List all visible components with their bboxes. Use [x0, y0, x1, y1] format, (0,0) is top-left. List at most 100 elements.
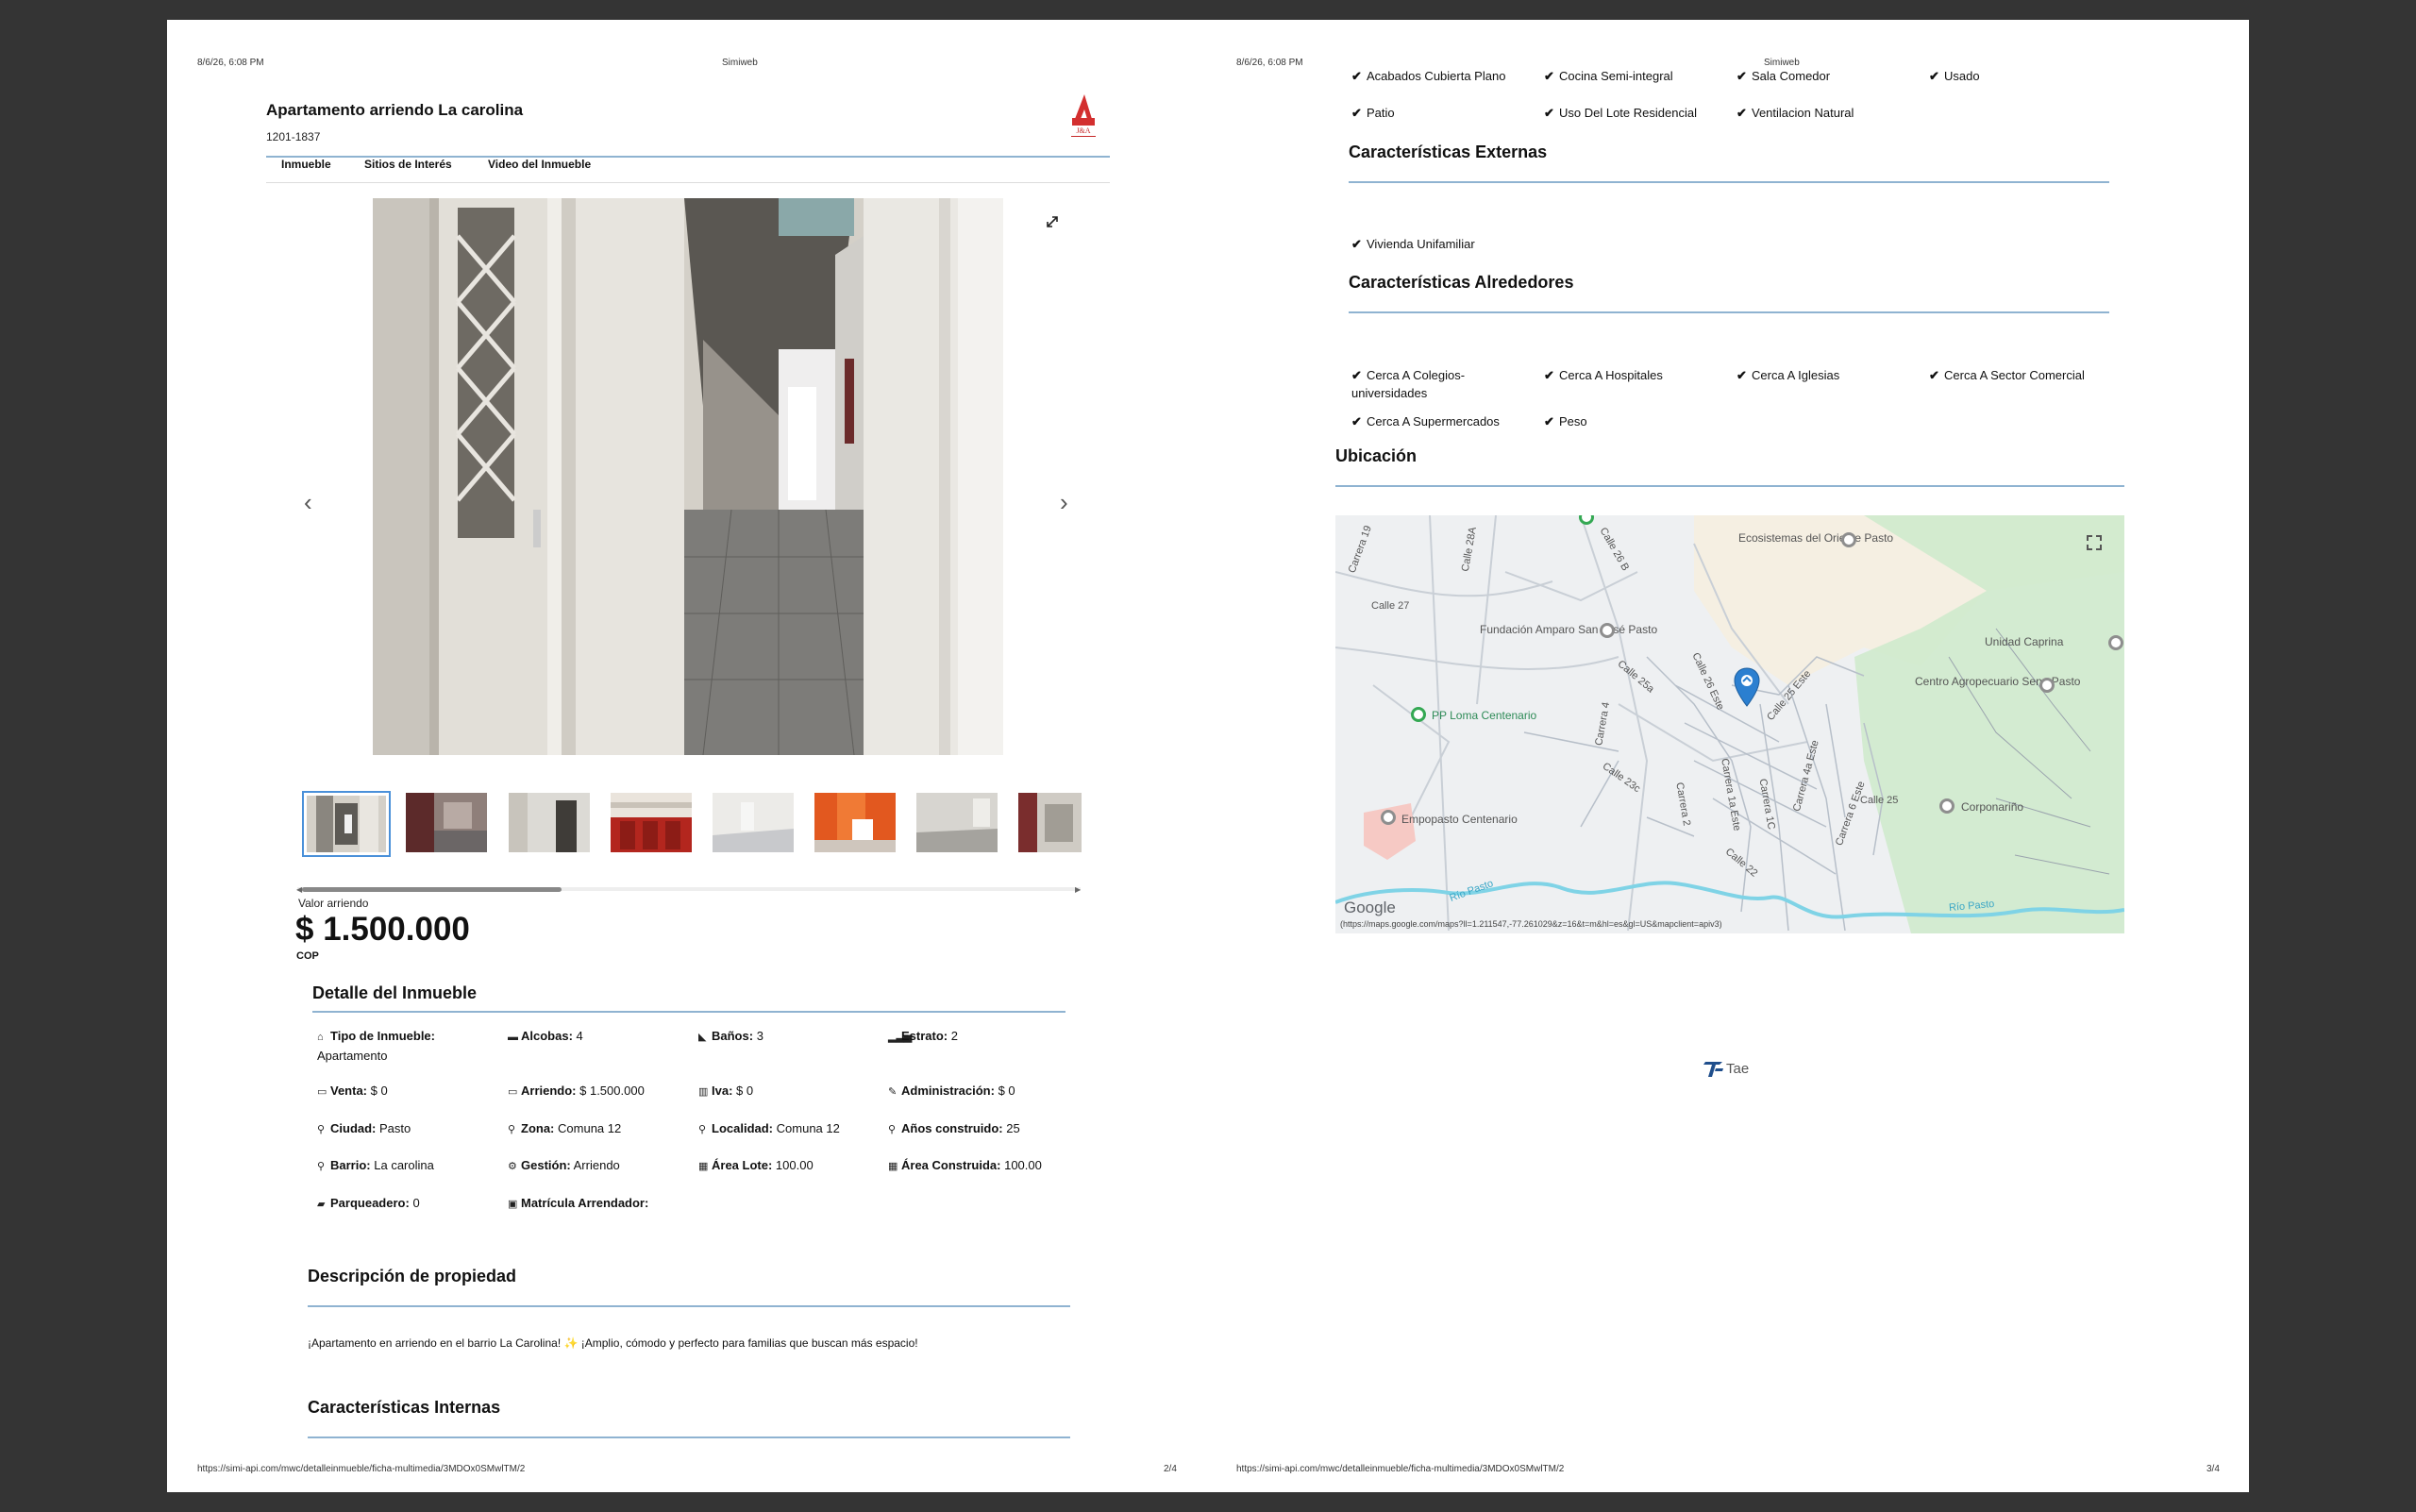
detail-label: Arriendo: [521, 1084, 577, 1098]
carousel-prev-arrow[interactable]: ‹ [304, 490, 312, 514]
print-site-name: Simiweb [722, 58, 758, 68]
map-place-unidad-caprina[interactable]: Unidad Caprina [1985, 635, 2063, 648]
map-place-corponarino[interactable]: Corponariño [1961, 800, 2023, 814]
feature-item: ✔ Cerca A Colegios-universidades [1351, 366, 1531, 402]
map-street-label: Calle 25 [1860, 795, 1899, 806]
bed-icon: ▬ [508, 1032, 518, 1043]
thumbnail-scrollbar-thumb[interactable] [302, 887, 562, 892]
map-street-label: Calle 27 [1371, 600, 1410, 612]
map-poi-icon[interactable] [1381, 810, 1396, 825]
print-datetime: 8/6/26, 6:08 PM [197, 58, 264, 68]
signal-icon: ▂▃▅ [888, 1032, 913, 1043]
expand-icon[interactable] [1045, 214, 1060, 229]
detail-label: Iva: [712, 1084, 733, 1098]
map-place-empopasto[interactable]: Empopasto Centenario [1401, 813, 1518, 826]
th-large-icon: ▦ [698, 1161, 709, 1172]
check-icon: ✔ [1544, 69, 1554, 83]
map-fullscreen-icon[interactable] [2086, 534, 2103, 551]
th-large-icon: ▦ [888, 1161, 898, 1172]
detail-value: $ 1.500.000 [579, 1084, 645, 1098]
cogs-icon: ⚙ [508, 1161, 517, 1172]
detail-value: 3 [756, 1029, 763, 1043]
thumbnail-4[interactable] [611, 793, 692, 852]
check-icon: ✔ [1544, 368, 1554, 382]
detail-label: Baños: [712, 1029, 754, 1043]
detail-value: $ 0 [736, 1084, 754, 1098]
map-place-centro-agropecuario[interactable]: Centro Agropecuario Sena Pasto [1915, 675, 2080, 688]
scroll-left-icon[interactable]: ◀ [296, 885, 302, 894]
map-poi-park-icon[interactable] [1411, 707, 1426, 722]
feature-item: ✔ Sala Comedor [1736, 67, 1916, 85]
map-poi-icon[interactable] [1939, 798, 1955, 814]
check-icon: ✔ [1351, 106, 1362, 120]
feature-label: Uso Del Lote Residencial [1559, 106, 1697, 120]
map-poi-icon[interactable] [2108, 635, 2123, 650]
check-icon: ✔ [1544, 106, 1554, 120]
map-place-ecosistemas[interactable]: Ecosistemas del Oriente Pasto [1738, 531, 1893, 545]
check-icon: ✔ [1351, 414, 1362, 428]
thumbnail-5[interactable] [713, 793, 794, 852]
property-location-pin-icon[interactable] [1733, 666, 1761, 708]
feature-item: ✔ Usado [1929, 67, 2108, 85]
detail-value: $ 0 [370, 1084, 388, 1098]
price-value: $ 1.500.000 [295, 911, 470, 948]
thumbnail-1[interactable] [302, 791, 391, 857]
location-title: Ubicación [1335, 446, 1418, 465]
feature-label: Ventilacion Natural [1752, 106, 1854, 120]
footer-url: https://simi-api.com/mwc/detalleinmueble… [1236, 1464, 1565, 1474]
description-divider [308, 1305, 1070, 1307]
detail-label: Barrio: [330, 1158, 371, 1172]
detail-item: ◣ Baños: 3 [698, 1027, 882, 1047]
check-icon: ✔ [1351, 368, 1362, 382]
detail-divider [312, 1011, 1065, 1013]
detail-label: Matrícula Arrendador: [521, 1196, 649, 1210]
map-place-pp-loma[interactable]: PP Loma Centenario [1432, 709, 1536, 722]
feature-item: ✔ Patio [1351, 104, 1531, 122]
tab-sitios-interes[interactable]: Sitios de Interés [364, 158, 452, 171]
feature-item: ✔ Cerca A Iglesias [1736, 366, 1916, 384]
detail-section-title: Detalle del Inmueble [312, 983, 478, 1002]
map-poi-icon[interactable] [1600, 623, 1615, 638]
thumbnail-6[interactable] [814, 793, 896, 852]
map-poi-icon[interactable] [1841, 532, 1856, 547]
external-features-title: Características Externas [1349, 143, 1548, 161]
feature-label: Acabados Cubierta Plano [1367, 69, 1506, 83]
check-icon: ✔ [1736, 368, 1747, 382]
feature-label: Patio [1367, 106, 1395, 120]
feature-label: Cerca A Supermercados [1367, 414, 1500, 428]
feature-label: Cerca A Sector Comercial [1944, 368, 2085, 382]
detail-value: 100.00 [775, 1158, 814, 1172]
id-card-icon: ▣ [508, 1199, 518, 1210]
feature-item: ✔ Peso [1544, 412, 1723, 430]
detail-value: Apartamento [317, 1049, 388, 1063]
home-icon: ⌂ [317, 1032, 324, 1043]
map-marker-icon: ⚲ [698, 1124, 707, 1135]
description-section-title: Descripción de propiedad [308, 1267, 517, 1285]
detail-item: ⚲ Años construido: 25 [888, 1119, 1072, 1139]
detail-label: Estrato: [901, 1029, 948, 1043]
map-marker-icon: ⚲ [317, 1161, 326, 1172]
tab-inmueble[interactable]: Inmueble [281, 158, 331, 171]
check-icon: ✔ [1929, 368, 1939, 382]
detail-value: 25 [1006, 1121, 1020, 1135]
detail-value: Pasto [379, 1121, 411, 1135]
thumbnail-8[interactable] [1018, 793, 1082, 852]
tab-video-inmueble[interactable]: Video del Inmueble [488, 158, 591, 171]
map-poi-icon[interactable] [2039, 678, 2055, 693]
detail-item: ▦ Área Construida: 100.00 [888, 1156, 1072, 1176]
thumbnail-2[interactable] [406, 793, 487, 852]
carousel-next-arrow[interactable]: › [1060, 490, 1068, 514]
map-url-text[interactable]: (https://maps.google.com/maps?ll=1.21154… [1340, 919, 1722, 929]
map-marker-icon: ⚲ [317, 1124, 326, 1135]
detail-item: ⚲ Ciudad: Pasto [317, 1119, 496, 1139]
detail-item: ✎ Administración: $ 0 [888, 1082, 1072, 1101]
detail-item: ▭ Arriendo: $ 1.500.000 [508, 1082, 692, 1101]
feature-label: Cerca A Iglesias [1752, 368, 1840, 382]
detail-item: ▂▃▅Estrato: 2 [888, 1027, 1072, 1047]
detail-label: Gestión: [521, 1158, 571, 1172]
map-place-fundacion[interactable]: Fundación Amparo San José Pasto [1480, 623, 1657, 636]
scroll-right-icon[interactable]: ▶ [1075, 885, 1081, 894]
thumbnail-7[interactable] [916, 793, 998, 852]
location-map[interactable]: Ecosistemas del Oriente Pasto Fundación … [1335, 515, 2124, 933]
thumbnail-3[interactable] [509, 793, 590, 852]
